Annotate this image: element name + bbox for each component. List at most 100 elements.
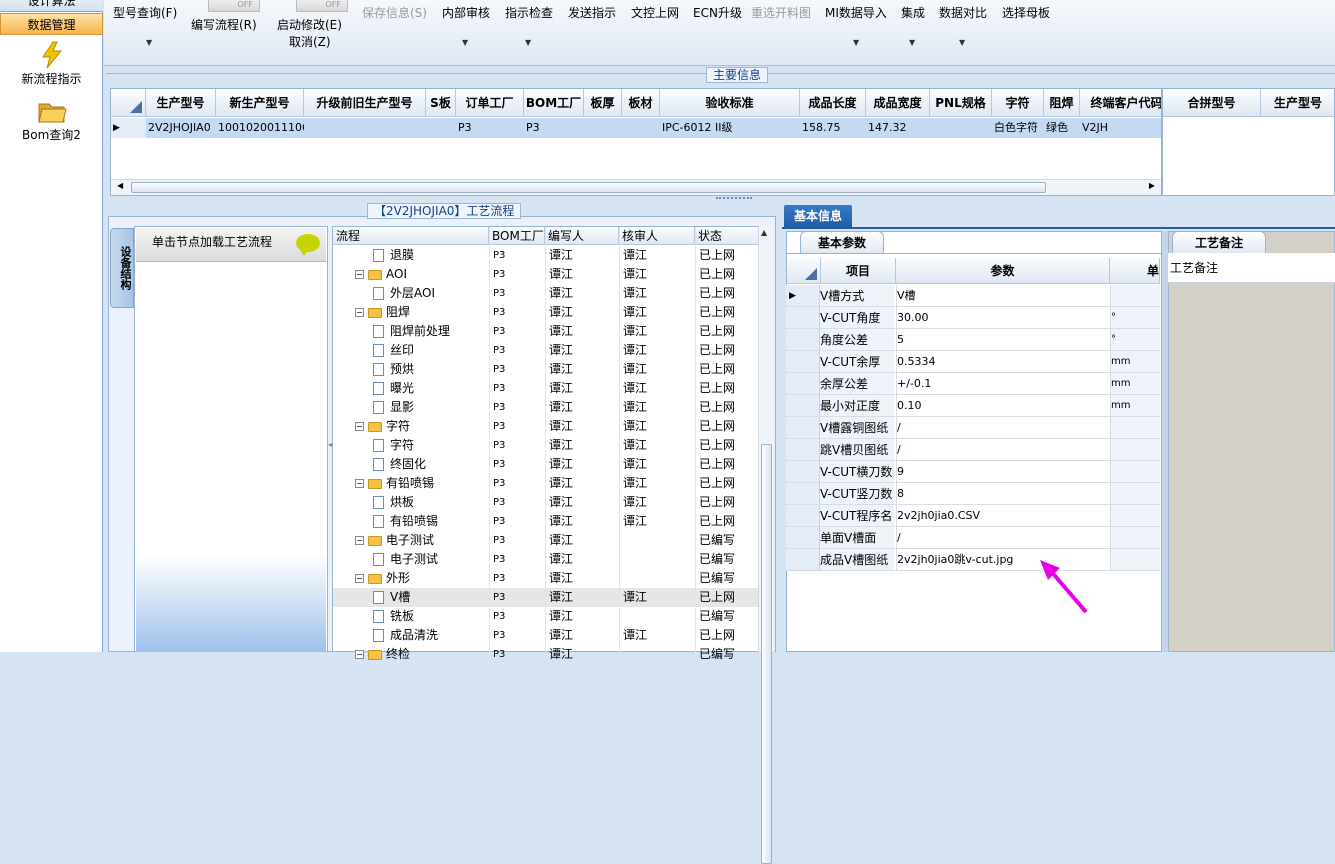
table-cell[interactable]: IPC-6012 II级: [660, 118, 800, 138]
off-toggle[interactable]: OFF: [296, 0, 348, 12]
column-header[interactable]: 订单工厂: [456, 89, 524, 117]
tree-node[interactable]: − 有铅喷锡: [355, 474, 495, 493]
scroll-left-icon[interactable]: ◀: [117, 181, 123, 190]
param-value[interactable]: /: [896, 527, 1110, 548]
tree-node[interactable]: − 阻焊: [355, 303, 495, 322]
column-header[interactable]: 阻焊: [1044, 89, 1080, 117]
collapse-icon[interactable]: −: [355, 479, 364, 488]
column-header[interactable]: 生产型号: [146, 89, 216, 117]
tree-node[interactable]: 显影: [373, 398, 513, 417]
column-header[interactable]: 成品宽度: [866, 89, 930, 117]
toolbar-internal-review-button[interactable]: 内部审核 ▼: [442, 4, 490, 47]
collapse-icon[interactable]: −: [355, 536, 364, 545]
column-header-unit[interactable]: 单: [1110, 258, 1160, 284]
table-cell[interactable]: P3: [456, 118, 524, 138]
horizontal-scrollbar[interactable]: ◀ ▶: [111, 179, 1161, 195]
column-header[interactable]: 核审人: [619, 227, 695, 245]
column-header[interactable]: 板材: [622, 89, 660, 117]
nav-item-new-flow[interactable]: 新流程指示: [0, 40, 103, 87]
param-value[interactable]: V槽: [896, 285, 1110, 306]
side-tab-equipment-structure[interactable]: 设备结构: [110, 228, 134, 308]
column-header[interactable]: BOM工厂: [489, 227, 545, 245]
table-cell[interactable]: 10010200111066: [216, 118, 304, 138]
tree-node[interactable]: − 终检: [355, 645, 495, 664]
toolbar-instruction-check-button[interactable]: 指示检查 ▼: [505, 4, 553, 47]
tree-node[interactable]: − 字符: [355, 417, 495, 436]
param-row[interactable]: V-CUT横刀数 9: [786, 461, 1160, 483]
toolbar-save-info-button[interactable]: 保存信息(S): [362, 4, 427, 22]
table-cell[interactable]: V2JH: [1080, 118, 1161, 138]
toolbar-write-flow-button[interactable]: 编写流程(R): [191, 16, 257, 34]
table-cell[interactable]: [622, 118, 660, 138]
tree-node[interactable]: − 外形: [355, 569, 495, 588]
tree-node[interactable]: 阻焊前处理: [373, 322, 513, 341]
tree-node[interactable]: 曝光: [373, 379, 513, 398]
toolbar-start-edit-button[interactable]: 启动修改(E): [277, 16, 342, 34]
scroll-up-icon[interactable]: ▲: [761, 228, 767, 237]
collapse-icon[interactable]: −: [355, 574, 364, 583]
nav-group-design-algorithm[interactable]: 设计算法: [0, 0, 103, 12]
tree-node[interactable]: 终固化: [373, 455, 513, 474]
column-header[interactable]: 升级前旧生产型号: [304, 89, 426, 117]
scroll-right-icon[interactable]: ▶: [1149, 181, 1155, 190]
table-cell[interactable]: 2V2JHOJIA0: [146, 118, 216, 138]
param-row[interactable]: 跳V槽贝图纸 /: [786, 439, 1160, 461]
tree-node[interactable]: − 电子测试: [355, 531, 495, 550]
collapse-icon[interactable]: −: [355, 308, 364, 317]
param-value[interactable]: 8: [896, 483, 1110, 504]
param-value[interactable]: /: [896, 439, 1110, 460]
tree-node[interactable]: − AOI: [355, 265, 495, 284]
column-header[interactable]: 流程: [333, 227, 489, 245]
param-row[interactable]: V-CUT余厚 0.5334 mm: [786, 351, 1160, 373]
collapse-icon[interactable]: −: [355, 650, 364, 659]
tree-node[interactable]: V槽: [373, 588, 513, 607]
toolbar-model-query-button[interactable]: 型号查询(F) ▼: [113, 4, 177, 47]
table-cell[interactable]: [930, 118, 992, 138]
param-row[interactable]: ▶ V槽方式 V槽: [786, 285, 1160, 307]
param-value[interactable]: 30.00: [896, 307, 1110, 328]
column-header[interactable]: 字符: [992, 89, 1044, 117]
column-header[interactable]: 新生产型号: [216, 89, 304, 117]
toolbar-cancel-button[interactable]: 取消(Z): [289, 33, 331, 51]
toolbar-select-mother-board-button[interactable]: 选择母板: [1002, 4, 1050, 22]
splitter-handle[interactable]: [716, 197, 752, 202]
table-cell[interactable]: 158.75: [800, 118, 866, 138]
toolbar-doc-online-button[interactable]: 文控上网: [631, 4, 679, 22]
tab-basic-params[interactable]: 基本参数: [800, 231, 884, 253]
tree-node[interactable]: 退膜: [373, 246, 513, 265]
param-row[interactable]: V-CUT程序名 2v2jh0jia0.CSV: [786, 505, 1160, 527]
tree-node[interactable]: 预烘: [373, 360, 513, 379]
nav-group-data-management[interactable]: 数据管理: [0, 13, 103, 35]
tree-node[interactable]: 外层AOI: [373, 284, 513, 303]
tree-node[interactable]: 字符: [373, 436, 513, 455]
column-header[interactable]: 终端客户代码: [1080, 89, 1161, 117]
column-header[interactable]: PNL规格: [930, 89, 992, 117]
param-value[interactable]: 9: [896, 461, 1110, 482]
tree-node[interactable]: 有铅喷锡: [373, 512, 513, 531]
table-cell[interactable]: [304, 118, 426, 138]
param-value[interactable]: 0.10: [896, 395, 1110, 416]
param-row[interactable]: 单面V槽面 /: [786, 527, 1160, 549]
param-row[interactable]: 角度公差 5 °: [786, 329, 1160, 351]
toolbar-data-compare-button[interactable]: 数据对比 ▼: [939, 4, 987, 47]
tab-basic-info[interactable]: 基本信息: [784, 205, 852, 227]
column-header[interactable]: 合拼型号: [1163, 89, 1261, 117]
param-value[interactable]: 0.5334: [896, 351, 1110, 372]
column-header[interactable]: 编写人: [545, 227, 619, 245]
param-row[interactable]: 余厚公差 +/-0.1 mm: [786, 373, 1160, 395]
table-cell[interactable]: [426, 118, 456, 138]
tab-process-notes[interactable]: 工艺备注: [1172, 231, 1266, 253]
off-toggle[interactable]: OFF: [208, 0, 260, 12]
param-row[interactable]: V-CUT竖刀数 8: [786, 483, 1160, 505]
table-cell[interactable]: 147.32: [866, 118, 930, 138]
toolbar-mi-import-button[interactable]: MI数据导入 ▼: [825, 4, 887, 47]
column-header[interactable]: S板: [426, 89, 456, 117]
table-cell[interactable]: [584, 118, 622, 138]
scrollbar-thumb[interactable]: [131, 182, 1046, 193]
table-cell[interactable]: 白色字符: [992, 118, 1044, 138]
toolbar-integrate-button[interactable]: 集成 ▼: [901, 4, 925, 47]
collapse-icon[interactable]: −: [355, 270, 364, 279]
column-header-param[interactable]: 参数: [896, 258, 1110, 284]
collapse-icon[interactable]: −: [355, 422, 364, 431]
param-value[interactable]: 5: [896, 329, 1110, 350]
